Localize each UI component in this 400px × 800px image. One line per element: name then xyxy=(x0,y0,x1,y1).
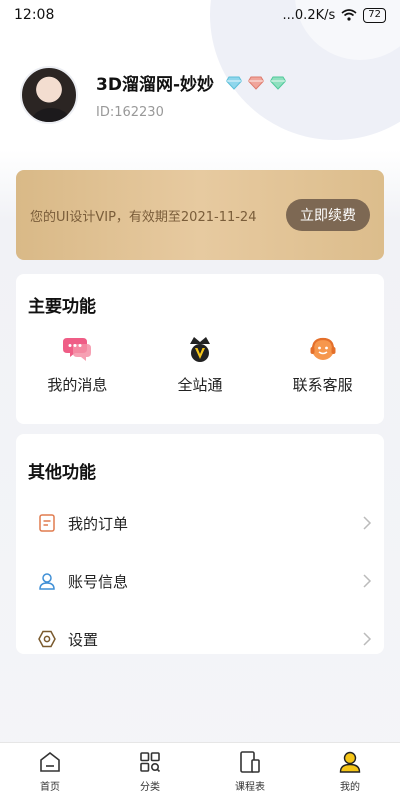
renew-button[interactable]: 立即续费 xyxy=(286,199,370,231)
main-functions-card: 主要功能 我的消息 全站通 联系客服 xyxy=(16,274,384,424)
func-label: 全站通 xyxy=(177,376,223,394)
battery-level: 72 xyxy=(368,9,381,20)
other-functions-card: 其他功能 我的订单 账号信息 设置 xyxy=(16,434,384,654)
settings-icon xyxy=(38,630,56,648)
customer-service-icon xyxy=(308,334,338,364)
message-icon xyxy=(62,334,92,364)
vip-expiry-text: 您的UI设计VIP，有效期至2021-11-24 xyxy=(30,209,257,225)
status-time: 12:08 xyxy=(14,7,55,23)
wifi-icon xyxy=(341,9,357,21)
profile-icon xyxy=(339,751,361,773)
bottom-tab-bar: 首页 分类 课程表 我的 xyxy=(0,742,400,800)
other-functions-title: 其他功能 xyxy=(28,463,96,483)
diamond-green-icon xyxy=(270,76,286,90)
user-name: 3D溜溜网-妙妙 xyxy=(96,75,214,95)
vip-banner: 您的UI设计VIP，有效期至2021-11-24 立即续费 xyxy=(16,170,384,260)
avatar[interactable] xyxy=(20,66,78,124)
profile-page: 12:08 ...0.2K/s 72 3D溜溜网-妙妙 ID:162230 您的… xyxy=(0,0,400,800)
list-item-orders[interactable]: 我的订单 xyxy=(16,494,384,552)
vip-badges xyxy=(226,76,286,90)
tab-label: 我的 xyxy=(340,782,360,793)
tab-mine[interactable]: 我的 xyxy=(300,743,400,800)
list-label: 账号信息 xyxy=(68,572,129,591)
status-indicators: ...0.2K/s 72 xyxy=(282,7,386,23)
network-speed: ...0.2K/s xyxy=(282,7,336,23)
name-row: 3D溜溜网-妙妙 xyxy=(96,70,286,95)
list-label: 设置 xyxy=(68,630,99,649)
tab-schedule[interactable]: 课程表 xyxy=(200,743,300,800)
chevron-right-icon xyxy=(363,574,372,588)
tab-label: 分类 xyxy=(140,782,160,793)
diamond-red-icon xyxy=(248,76,264,90)
user-id: ID:162230 xyxy=(96,105,164,120)
account-icon xyxy=(38,572,56,590)
home-icon xyxy=(40,751,60,772)
tab-category[interactable]: 分类 xyxy=(100,743,200,800)
func-item-all-access[interactable]: 全站通 xyxy=(139,334,262,395)
main-functions-row: 我的消息 全站通 联系客服 xyxy=(16,334,384,395)
tab-label: 课程表 xyxy=(235,782,265,793)
order-icon xyxy=(38,514,56,532)
chevron-right-icon xyxy=(363,632,372,646)
diamond-blue-icon xyxy=(226,76,242,90)
func-item-messages[interactable]: 我的消息 xyxy=(16,334,139,395)
profile-info: 3D溜溜网-妙妙 ID:162230 xyxy=(96,70,286,120)
func-item-customer-service[interactable]: 联系客服 xyxy=(261,334,384,395)
func-label: 联系客服 xyxy=(292,376,353,394)
main-functions-title: 主要功能 xyxy=(28,297,96,317)
vip-crown-icon xyxy=(185,334,215,364)
func-label: 我的消息 xyxy=(47,376,108,394)
category-icon xyxy=(140,752,161,773)
tab-label: 首页 xyxy=(40,782,60,793)
tab-home[interactable]: 首页 xyxy=(0,743,100,800)
list-label: 我的订单 xyxy=(68,514,129,533)
list-item-settings[interactable]: 设置 xyxy=(16,610,384,668)
other-functions-list: 我的订单 账号信息 设置 xyxy=(16,494,384,668)
status-bar: 12:08 ...0.2K/s 72 xyxy=(0,0,400,30)
schedule-icon xyxy=(240,751,260,773)
chevron-right-icon xyxy=(363,516,372,530)
battery-icon: 72 xyxy=(363,7,386,23)
profile-header[interactable]: 3D溜溜网-妙妙 ID:162230 xyxy=(20,66,286,124)
list-item-account[interactable]: 账号信息 xyxy=(16,552,384,610)
